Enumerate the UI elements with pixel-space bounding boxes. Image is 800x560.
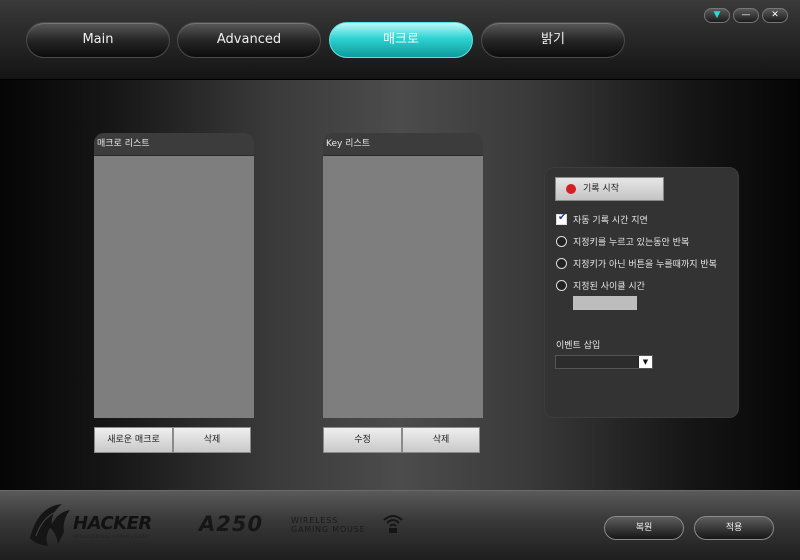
option-repeat-until-other-button[interactable]: 지정키가 아닌 버튼을 누를때까지 반복 bbox=[556, 256, 717, 270]
window-controls: ▼ — ✕ bbox=[704, 8, 788, 23]
new-macro-button[interactable]: 새로운 매크로 bbox=[94, 427, 173, 453]
wireless-icon bbox=[383, 515, 403, 533]
model-line-1: WIRELESS bbox=[291, 516, 338, 525]
option-repeat-while-held[interactable]: 지정키를 누르고 있는동안 반복 bbox=[556, 234, 689, 248]
option-label: 지정키가 아닌 버튼을 누를때까지 반복 bbox=[573, 259, 717, 270]
radio-repeat-until-other-button[interactable] bbox=[556, 257, 567, 269]
event-insert-label: 이벤트 삽입 bbox=[556, 341, 601, 351]
record-settings-panel: 기록 시작 ✔ 자동 기록 시간 지연 지정키를 누르고 있는동안 반복 지정키… bbox=[544, 167, 739, 418]
cycle-time-input[interactable] bbox=[573, 296, 637, 310]
radio-repeat-while-held[interactable] bbox=[556, 235, 567, 247]
apply-button[interactable]: 적용 bbox=[694, 516, 774, 540]
tab-brightness[interactable]: 밝기 bbox=[481, 22, 625, 58]
option-label: 지정키를 누르고 있는동안 반복 bbox=[573, 237, 690, 248]
dropdown-arrow-icon[interactable]: ▼ bbox=[638, 356, 652, 368]
tab-advanced[interactable]: Advanced bbox=[177, 22, 321, 58]
brand-name: HACKER bbox=[73, 513, 152, 534]
model-line-2: GAMING MOUSE bbox=[291, 525, 366, 534]
brand-tagline: PROFESSIONAL GAMING GEAR bbox=[73, 535, 149, 540]
minimize-button[interactable]: — bbox=[733, 8, 759, 23]
help-dropdown-icon[interactable]: ▼ bbox=[704, 8, 730, 23]
option-label: 지정된 사이클 시간 bbox=[573, 281, 645, 292]
model-name: A250 bbox=[199, 512, 264, 536]
record-start-button[interactable]: 기록 시작 bbox=[555, 177, 664, 201]
option-cycle-time[interactable]: 지정된 사이클 시간 bbox=[556, 278, 645, 292]
record-start-label: 기록 시작 bbox=[583, 184, 619, 194]
key-list-header: Key 리스트 bbox=[323, 133, 483, 156]
key-list-box[interactable] bbox=[323, 156, 483, 418]
tab-main[interactable]: Main bbox=[26, 22, 170, 58]
macro-list-box[interactable] bbox=[94, 156, 254, 418]
checkbox-auto-record-delay[interactable]: ✔ bbox=[556, 211, 567, 225]
checkmark-icon: ✔ bbox=[558, 211, 567, 223]
tab-macro[interactable]: 매크로 bbox=[329, 22, 473, 58]
radio-cycle-time[interactable] bbox=[556, 279, 567, 291]
option-label: 자동 기록 시간 지연 bbox=[573, 215, 648, 226]
macro-list-buttons: 새로운 매크로 삭제 bbox=[94, 427, 251, 453]
delete-macro-button[interactable]: 삭제 bbox=[173, 427, 251, 453]
app-window: ▼ — ✕ Main Advanced 매크로 밝기 매크로 리스트 새로운 매… bbox=[0, 0, 800, 560]
record-dot-icon bbox=[566, 184, 576, 194]
restore-button[interactable]: 복원 bbox=[604, 516, 684, 540]
edit-key-button[interactable]: 수정 bbox=[323, 427, 402, 453]
close-button[interactable]: ✕ bbox=[762, 8, 788, 23]
key-list-buttons: 수정 삭제 bbox=[323, 427, 480, 453]
delete-key-button[interactable]: 삭제 bbox=[402, 427, 480, 453]
option-auto-record-delay[interactable]: ✔ 자동 기록 시간 지연 bbox=[556, 212, 648, 226]
macro-list-header: 매크로 리스트 bbox=[94, 133, 254, 156]
event-insert-select[interactable]: ▼ bbox=[555, 355, 653, 369]
